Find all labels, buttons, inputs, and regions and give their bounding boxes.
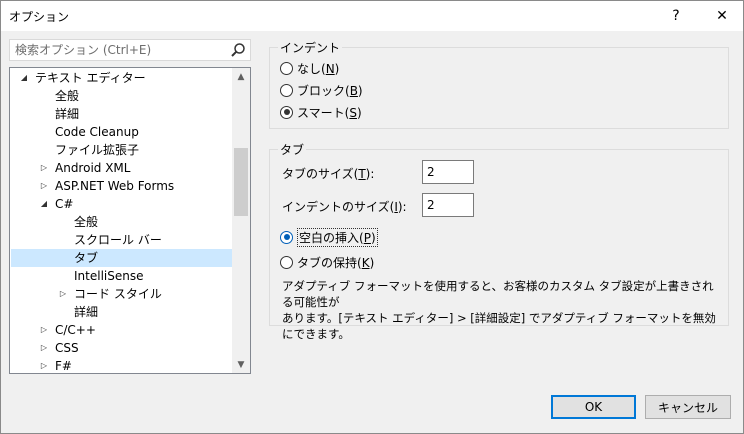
tree-scrollbar[interactable]: ▲ ▼ (232, 68, 250, 373)
note-line: あります。[テキスト エディター] > [詳細設定] でアダプティブ フォーマッ… (282, 311, 716, 341)
tree-item[interactable]: ▷ ASP.NET Web Forms (11, 177, 232, 195)
tree-item-label: C# (55, 197, 74, 211)
radio-indent-smart[interactable]: スマート(S) (280, 103, 362, 121)
radio-button[interactable] (280, 61, 293, 75)
tree-item-label: 全般 (74, 215, 99, 229)
tree-item[interactable]: ◢ C# (11, 195, 232, 213)
tree-item[interactable]: IntelliSense (11, 267, 232, 285)
tree-item[interactable]: ▷ コード スタイル (11, 285, 232, 303)
window-title: オプション (9, 10, 70, 24)
indent-size-input[interactable] (422, 193, 474, 217)
tree-item[interactable]: 全般 (11, 87, 232, 105)
tree-item-label: タブ (74, 251, 99, 265)
scroll-down-icon[interactable]: ▼ (232, 356, 250, 373)
tree-item-label: ASP.NET Web Forms (55, 179, 175, 193)
tree-item[interactable]: タブ (11, 249, 232, 267)
search-icon[interactable] (230, 42, 246, 58)
radio-label: なし(N) (297, 61, 340, 76)
scroll-up-icon[interactable]: ▲ (232, 68, 250, 85)
radio-button[interactable] (280, 105, 293, 119)
collapsed-arrow-icon[interactable]: ▷ (39, 357, 49, 373)
radio-label: タブの保持(K) (297, 255, 375, 270)
tree-item[interactable]: ファイル拡張子 (11, 141, 232, 159)
radio-button[interactable] (280, 255, 293, 269)
help-button[interactable]: ? (653, 1, 699, 31)
radio-keep-tabs[interactable]: タブの保持(K) (280, 253, 374, 271)
tree-item-label: IntelliSense (74, 269, 144, 283)
tree-item-label: C/C++ (55, 323, 96, 337)
note-line: アダプティブ フォーマットを使用すると、お客様のカスタム タブ設定が上書きされる… (282, 279, 714, 309)
tree-item[interactable]: 詳細 (11, 303, 232, 321)
radio-button[interactable] (280, 230, 293, 244)
search-input[interactable] (10, 40, 228, 60)
options-dialog: オプション ? ✕ ◢テキスト エディター全般詳細Code Cleanupファイ… (0, 0, 744, 434)
radio-label: スマート(S) (297, 105, 362, 120)
tree-item[interactable]: ◢ テキスト エディター (11, 69, 232, 87)
cancel-button[interactable]: キャンセル (645, 395, 731, 419)
tree-item-label: Code Cleanup (55, 125, 139, 139)
tree-item-label: 詳細 (55, 107, 80, 121)
tree-item[interactable]: Code Cleanup (11, 123, 232, 141)
indent-group: インデント なし(N) ブロック(B) スマート(S) (269, 39, 729, 129)
collapsed-arrow-icon[interactable]: ▷ (39, 339, 49, 357)
adaptive-format-note: アダプティブ フォーマットを使用すると、お客様のカスタム タブ設定が上書きされる… (282, 278, 722, 342)
tree-item[interactable]: 全般 (11, 213, 232, 231)
options-tree[interactable]: ◢ テキスト エディター 全般 詳細 Code Cleanup ファイル拡張子 ▷ Andro… (9, 67, 251, 374)
close-button[interactable]: ✕ (699, 1, 744, 31)
tree-item-label: 詳細 (74, 305, 99, 319)
tree-item[interactable]: ▷ C/C++ (11, 321, 232, 339)
collapsed-arrow-icon[interactable]: ▷ (39, 159, 49, 177)
indent-group-title: インデント (278, 39, 343, 56)
tree-item[interactable]: ▷ CSS (11, 339, 232, 357)
title-bar: オプション ? ✕ (1, 1, 743, 31)
tree-item-label: スクロール バー (74, 233, 162, 247)
collapsed-arrow-icon[interactable]: ▷ (39, 177, 49, 195)
search-box (9, 39, 251, 61)
tree-item[interactable]: スクロール バー (11, 231, 232, 249)
radio-indent-none[interactable]: なし(N) (280, 59, 339, 77)
tree-item-label: Android XML (55, 161, 131, 175)
collapsed-arrow-icon[interactable]: ▷ (58, 285, 68, 303)
ok-button[interactable]: OK (551, 395, 636, 419)
tree-item[interactable]: ▷ F# (11, 357, 232, 373)
indent-size-label: インデントのサイズ(I): (282, 200, 407, 214)
scroll-thumb[interactable] (234, 148, 248, 216)
tree-item-label: コード スタイル (74, 287, 162, 301)
radio-button[interactable] (280, 83, 293, 97)
radio-insert-spaces[interactable]: 空白の挿入(P) (280, 227, 378, 247)
tree-item-label: CSS (55, 341, 79, 355)
radio-indent-block[interactable]: ブロック(B) (280, 81, 363, 99)
tabs-group-title: タブ (278, 141, 307, 158)
tree-item-label: ファイル拡張子 (55, 143, 140, 157)
tabs-group: タブ タブのサイズ(T): インデントのサイズ(I): 空白の挿入(P) タブの… (269, 141, 729, 341)
tree-item-label: F# (55, 359, 72, 373)
tab-size-label: タブのサイズ(T): (282, 167, 375, 181)
tree-item-label: テキスト エディター (35, 71, 146, 85)
expanded-arrow-icon[interactable]: ◢ (19, 69, 29, 87)
tab-size-input[interactable] (422, 160, 474, 184)
radio-label: ブロック(B) (297, 83, 363, 98)
collapsed-arrow-icon[interactable]: ▷ (39, 321, 49, 339)
tree-item-label: 全般 (55, 89, 80, 103)
expanded-arrow-icon[interactable]: ◢ (39, 195, 49, 213)
tree-item[interactable]: 詳細 (11, 105, 232, 123)
tree-item[interactable]: ▷ Android XML (11, 159, 232, 177)
radio-label: 空白の挿入(P) (297, 227, 378, 247)
